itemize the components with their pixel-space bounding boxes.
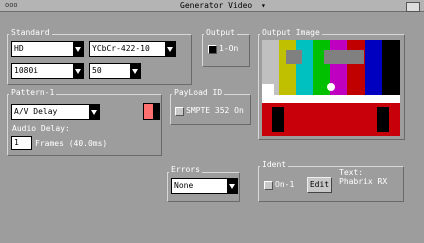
- sampling-value: YCbCr-422-10: [92, 44, 150, 53]
- audio-delay-input[interactable]: 1: [11, 136, 32, 150]
- format-value: HD: [14, 44, 24, 53]
- output-image-preview: [262, 40, 400, 136]
- window-control-icon[interactable]: [406, 2, 420, 12]
- window-title: Generator Video: [180, 1, 253, 10]
- output-image-title: Output Image: [260, 28, 322, 38]
- ident-checkbox[interactable]: [264, 181, 273, 190]
- window-menu-icon[interactable]: ooo: [5, 1, 18, 9]
- payload-title: PayLoad ID: [172, 88, 225, 98]
- rate-select[interactable]: 50: [89, 63, 141, 79]
- pattern-color-select[interactable]: [143, 103, 160, 120]
- audio-delay-label: Audio Delay:: [12, 124, 70, 133]
- errors-select[interactable]: None: [171, 178, 238, 194]
- chevron-down-icon[interactable]: ▾: [261, 1, 266, 10]
- chevron-down-icon[interactable]: [73, 42, 83, 56]
- chevron-down-icon[interactable]: [89, 105, 99, 119]
- chevron-down-icon[interactable]: [73, 64, 83, 78]
- format-select[interactable]: HD: [11, 41, 84, 57]
- edit-button[interactable]: Edit: [307, 177, 332, 193]
- rate-value: 50: [92, 66, 102, 75]
- ident-on-label: On-1: [275, 180, 295, 189]
- ident-text-value: Phabrix RX: [339, 177, 388, 186]
- output-checkbox[interactable]: [208, 45, 217, 54]
- errors-value: None: [174, 181, 194, 190]
- lines-value: 1080i: [14, 66, 39, 75]
- title-bar: ooo Generator Video ▾: [0, 0, 424, 12]
- chevron-down-icon[interactable]: [153, 104, 159, 119]
- lines-select[interactable]: 1080i: [11, 63, 84, 79]
- pattern-title: Pattern-1: [9, 88, 57, 98]
- chevron-down-icon[interactable]: [130, 64, 140, 78]
- payload-checkbox[interactable]: [175, 107, 184, 116]
- ident-title: Ident: [260, 160, 289, 170]
- output-title: Output: [204, 28, 237, 38]
- standard-title: Standard: [9, 28, 52, 38]
- frames-label: Frames (40.0ms): [35, 139, 108, 148]
- errors-title: Errors: [169, 165, 202, 175]
- chevron-down-icon[interactable]: [165, 42, 175, 56]
- output-label: 1-On: [219, 44, 239, 53]
- pattern-select[interactable]: A/V Delay: [11, 104, 100, 120]
- payload-label: SMPTE 352 On: [186, 106, 244, 115]
- pattern-value: A/V Delay: [14, 107, 58, 116]
- chevron-down-icon[interactable]: [227, 179, 237, 193]
- sampling-select[interactable]: YCbCr-422-10: [89, 41, 176, 57]
